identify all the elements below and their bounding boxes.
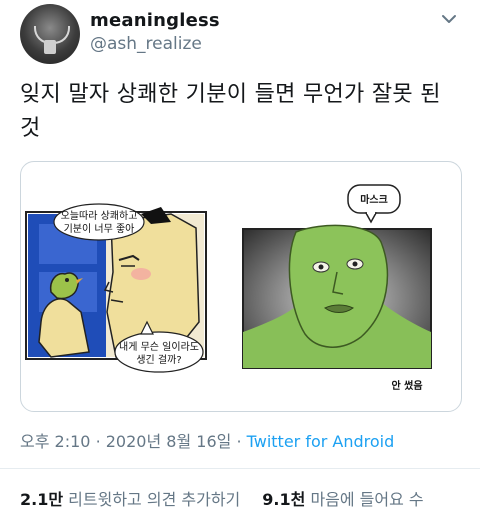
tweet-source-link[interactable]: Twitter for Android [247, 432, 395, 451]
likes-label: 마음에 들어요 수 [310, 490, 424, 509]
retweets-label: 리트윗하고 의견 추가하기 [68, 490, 241, 509]
tweet-metadata: 오후 2:10 · 2020년 8월 16일 · Twitter for And… [20, 428, 394, 452]
divider [0, 468, 480, 469]
chevron-down-icon[interactable] [440, 10, 458, 28]
padlock-decoration [44, 40, 56, 54]
avatar[interactable] [20, 4, 80, 64]
user-handle[interactable]: @ash_realize [90, 34, 202, 54]
meta-separator: · [95, 432, 101, 451]
likes-count: 9.1천 [262, 490, 306, 509]
meta-separator: · [236, 432, 242, 451]
display-name[interactable]: meaningless [90, 10, 220, 31]
bubble-text-line: 기분이 너무 좋아 [64, 223, 135, 235]
likes-stat[interactable]: 9.1천 마음에 들어요 수 [262, 490, 423, 509]
bubble-text-line: 내게 무슨 일이라도 [119, 341, 199, 353]
bubble-text-line: 오늘따라 상쾌하고 [61, 209, 138, 222]
bubble-text-mask: 마스크 [360, 193, 388, 206]
tweet-date[interactable]: 2020년 8월 16일 [106, 432, 232, 451]
retweets-stat[interactable]: 2.1만 리트윗하고 의견 추가하기 [20, 490, 240, 509]
engagement-stats: 2.1만 리트윗하고 의견 추가하기 9.1천 마음에 들어요 수 [20, 486, 424, 510]
retweets-count: 2.1만 [20, 490, 64, 509]
tweet-text: 잊지 말자 상쾌한 기분이 들면 무언가 잘못 된 것 [20, 82, 441, 141]
tweet-time[interactable]: 오후 2:10 [20, 432, 90, 451]
comic-image: 오늘따라 상쾌하고 기분이 너무 좋아 내게 무슨 일이라도 생긴 걸까? 마스… [25, 184, 432, 392]
tweet-media[interactable]: 오늘따라 상쾌하고 기분이 너무 좋아 내게 무슨 일이라도 생긴 걸까? 마스… [20, 161, 462, 412]
bubble-text-line: 생긴 걸까? [136, 353, 181, 366]
panel-caption: 안 썼음 [391, 379, 422, 392]
comic-panel-1: 오늘따라 상쾌하고 기분이 너무 좋아 내게 무슨 일이라도 생긴 걸까? [25, 203, 207, 373]
comic-panel-2: 마스크 안 썼음 [242, 184, 432, 392]
